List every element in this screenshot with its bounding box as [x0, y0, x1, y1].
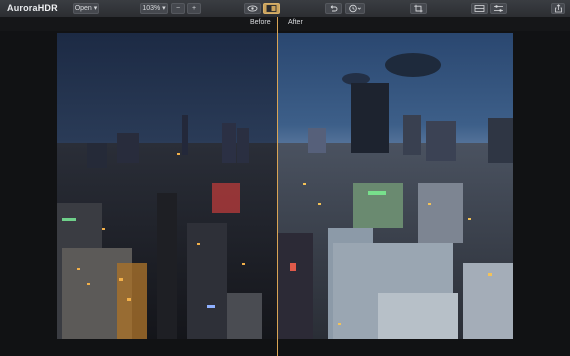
logo-prefix: Aurora — [7, 3, 38, 13]
adjustments-button[interactable] — [490, 3, 507, 14]
clock-icon — [349, 4, 361, 13]
share-icon — [554, 4, 562, 13]
preview-eye-button[interactable] — [244, 3, 261, 14]
top-toolbar: AuroraHDR Open ▾ 103% ▾ − + — [0, 0, 570, 18]
split-view-button[interactable] — [263, 3, 280, 14]
photo-preview[interactable] — [57, 33, 513, 339]
split-view-icon — [266, 5, 277, 12]
zoom-out-button[interactable]: − — [171, 3, 185, 14]
after-image — [278, 33, 513, 339]
compare-label-row: Before After — [0, 17, 570, 31]
sliders-icon — [494, 5, 503, 12]
crop-icon — [414, 4, 423, 13]
app-logo: AuroraHDR — [7, 3, 58, 13]
before-image — [57, 33, 278, 339]
before-label: Before — [250, 19, 271, 26]
zoom-in-button[interactable]: + — [187, 3, 201, 14]
crop-button[interactable] — [410, 3, 427, 14]
open-button[interactable]: Open ▾ — [73, 3, 99, 14]
split-divider-handle[interactable] — [277, 17, 278, 356]
presets-icon — [474, 5, 485, 12]
after-label: After — [288, 19, 303, 26]
logo-suffix: HDR — [37, 3, 58, 13]
share-button[interactable] — [551, 3, 565, 14]
undo-icon — [330, 5, 338, 12]
presets-button[interactable] — [471, 3, 488, 14]
eye-icon — [247, 5, 258, 12]
undo-button[interactable] — [325, 3, 342, 14]
zoom-select[interactable]: 103% ▾ — [140, 3, 168, 14]
history-button[interactable] — [345, 3, 365, 14]
